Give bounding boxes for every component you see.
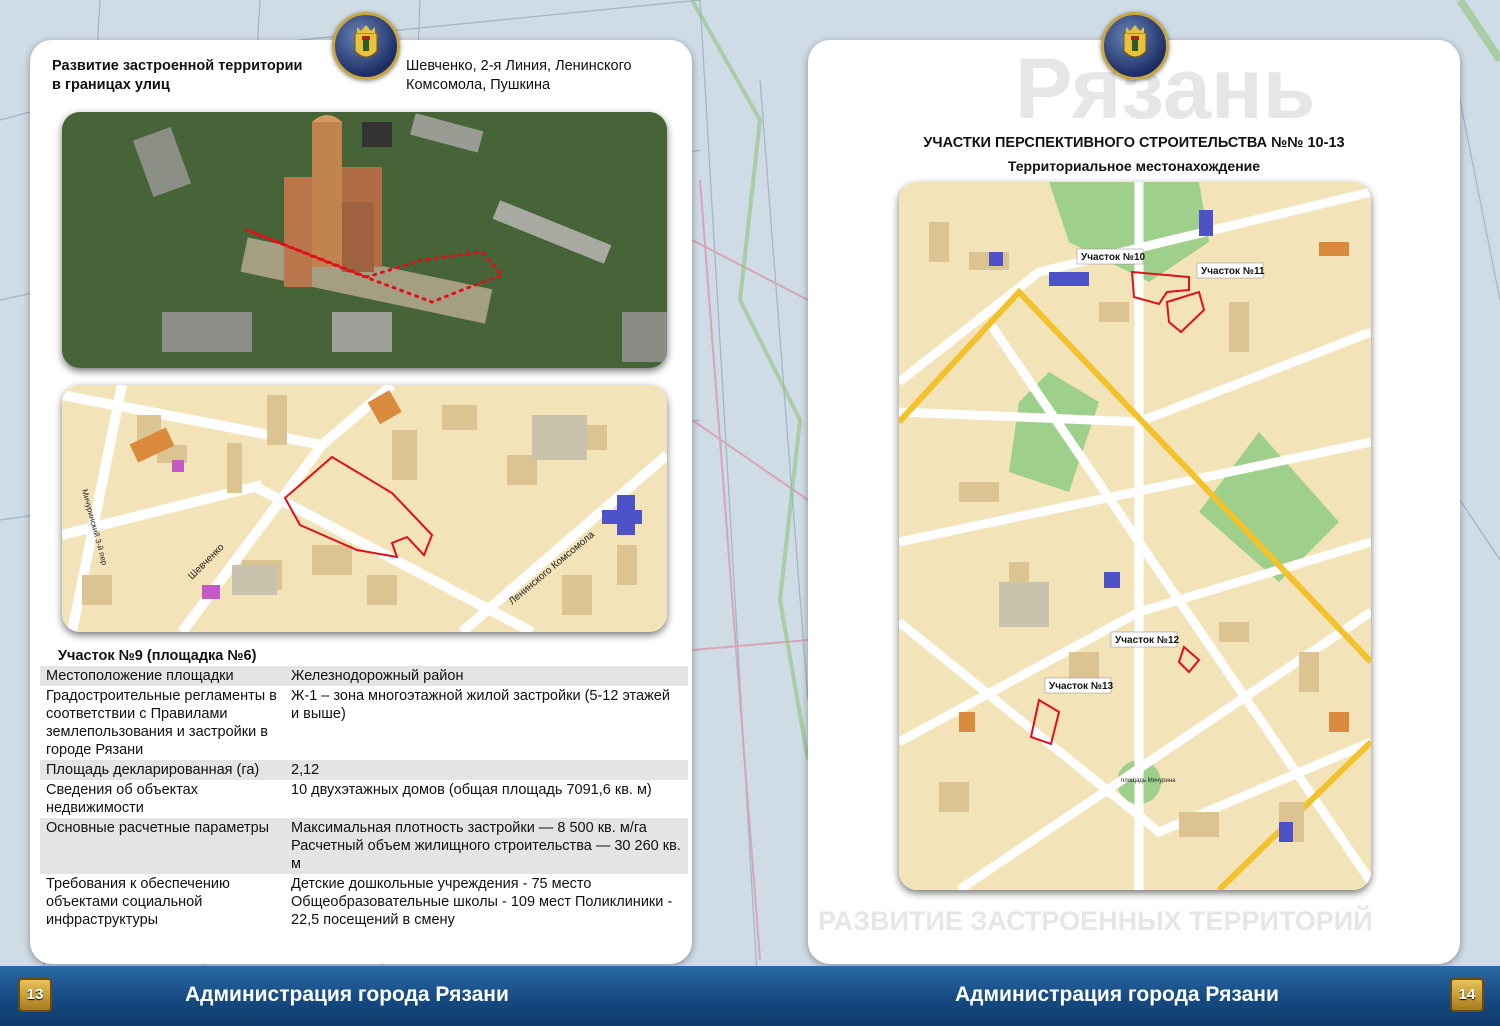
page-number-left: 13	[18, 978, 52, 1012]
street-map: Шевченко Ленинского Комсомола Мичурински…	[62, 385, 667, 632]
row-key: Требования к обеспечению объектами социа…	[46, 876, 230, 928]
row-value: 10 двухэтажных домов (общая площадь 7091…	[291, 782, 652, 798]
site-title: Участок №9 (площадка №6)	[58, 648, 257, 664]
marker-label-11: Участок №11	[1201, 266, 1265, 277]
row-value: Максимальная плотность застройки — 8 500…	[285, 818, 688, 874]
watermark-theme: РАЗВИТИЕ ЗАСТРОЕННЫХ ТЕРРИТОРИЙ	[818, 906, 1373, 936]
left-streets: Шевченко, 2-я Линия, Ленинского Комсомол…	[406, 57, 632, 95]
coat-of-arms-emblem	[1101, 12, 1169, 80]
right-title: УЧАСТКИ ПЕРСПЕКТИВНОГО СТРОИТЕЛЬСТВА №№ …	[923, 135, 1345, 151]
square-label: площадь Мичурина	[1121, 778, 1176, 784]
marker-label-10: Участок №10	[1081, 252, 1146, 263]
table-row: Площадь декларированная (га) 2,12	[40, 760, 688, 780]
row-value: Детские дошкольные учреждения - 75 место…	[291, 876, 673, 928]
marker-label-13: Участок №13	[1049, 681, 1114, 692]
district-map: Участок №10 Участок №11 Участок №12 Учас…	[899, 182, 1371, 890]
row-key: Градостроительные регламенты в соответст…	[46, 688, 277, 758]
satellite-image	[62, 112, 667, 368]
left-streets-line2: Комсомола, Пушкина	[406, 77, 551, 93]
page-number-right: 14	[1450, 978, 1484, 1012]
row-value: Железнодорожный район	[285, 666, 688, 686]
site-info-table: Местоположение площадки Железнодорожный …	[40, 666, 688, 930]
table-row: Основные расчетные параметры Максимальна…	[40, 818, 688, 874]
row-value: Ж-1 – зона многоэтажной жилой застройки …	[291, 688, 670, 722]
street-map-image: Шевченко Ленинского Комсомола Мичурински…	[62, 385, 667, 632]
table-row: Градостроительные регламенты в соответст…	[40, 686, 688, 760]
ryazan-crest-icon	[1123, 25, 1147, 58]
satellite-photo	[62, 112, 667, 368]
row-value: 2,12	[285, 760, 688, 780]
left-title-line1: Развитие застроенной территории	[52, 58, 303, 74]
ryazan-crest-icon	[354, 25, 378, 58]
left-streets-line1: Шевченко, 2-я Линия, Ленинского	[406, 58, 632, 74]
row-key: Сведения об объектах недвижимости	[46, 782, 198, 816]
row-key: Площадь декларированная (га)	[40, 760, 285, 780]
table-row: Местоположение площадки Железнодорожный …	[40, 666, 688, 686]
left-heading: Развитие застроенной территории в границ…	[52, 57, 302, 95]
coat-of-arms-emblem	[332, 12, 400, 80]
table-row: Требования к обеспечению объектами социа…	[40, 874, 688, 930]
row-key: Местоположение площадки	[40, 666, 285, 686]
row-key: Основные расчетные параметры	[40, 818, 285, 874]
district-map-image: Участок №10 Участок №11 Участок №12 Учас…	[899, 182, 1371, 890]
table-row: Сведения об объектах недвижимости 10 дву…	[40, 780, 688, 818]
footer-text-left: Администрация города Рязани	[185, 983, 509, 1006]
right-subtitle: Территориальное местонахождение	[1007, 158, 1261, 174]
marker-label-12: Участок №12	[1115, 635, 1180, 646]
footer-text-right: Администрация города Рязани	[955, 983, 1279, 1006]
left-title-line2: в границах улиц	[52, 77, 170, 93]
